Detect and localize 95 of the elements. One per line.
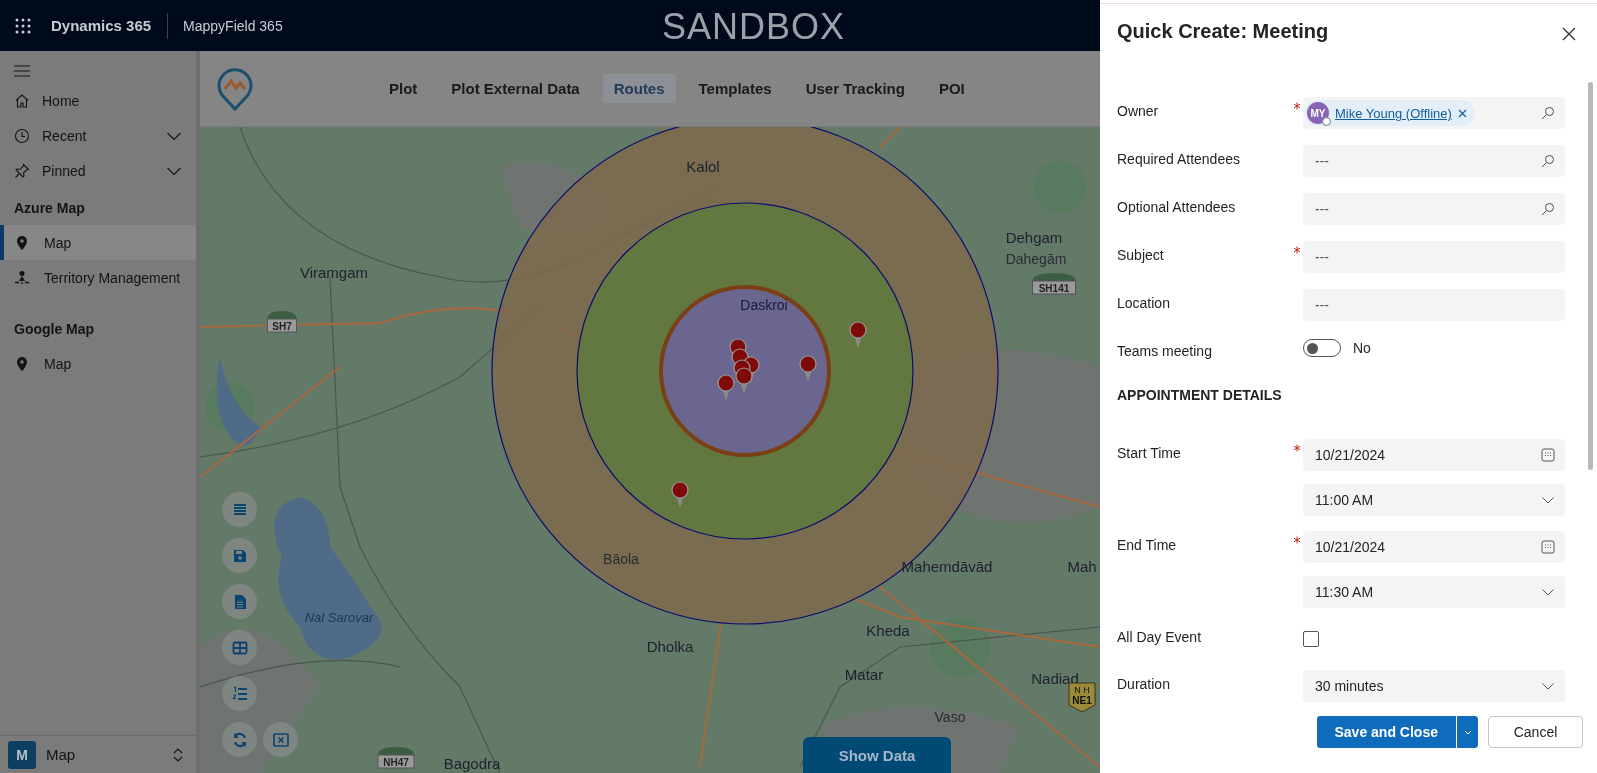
cancel-button[interactable]: Cancel [1488,716,1583,748]
list-icon [232,503,247,515]
field-label: Teams meeting [1117,342,1213,359]
nav-tab[interactable]: Plot External Data [440,74,591,103]
place-label: Vaso [934,709,966,725]
place-label: Kalol [686,158,720,175]
clock-icon [14,127,30,144]
place-label: Matar [844,666,884,683]
field-label: Optional Attendees [1117,198,1237,215]
map-pin-icon [14,234,30,251]
place-label: Nal Sarovar [304,610,374,625]
place-label: Mah [1067,558,1097,575]
clear-box-icon [272,732,289,747]
map-marker-icon[interactable] [671,481,689,508]
search-icon[interactable] [1541,154,1555,168]
close-button[interactable] [1561,26,1577,42]
app-launcher-icon[interactable] [15,17,31,34]
nav-tab[interactable]: User Tracking [794,74,916,103]
home-icon [14,92,30,109]
nav-item[interactable]: Recent [0,118,196,153]
field-label: Start Time [1117,444,1182,461]
scrollbar[interactable] [1588,82,1593,470]
nav-item[interactable]: Pinned [0,153,196,188]
app-name[interactable]: Dynamics 365 [45,12,169,39]
text-field[interactable]: --- [1303,289,1565,321]
field-label: Subject [1117,246,1165,263]
calendar-icon[interactable] [1541,448,1555,462]
section-heading: APPOINTMENT DETAILS [1117,387,1283,405]
field-label: End Time [1117,536,1178,553]
text-field[interactable]: --- [1303,241,1565,273]
search-icon[interactable] [1541,106,1555,120]
checkbox[interactable] [1303,631,1319,647]
place-label: Bagodra [443,755,501,772]
numbered-list-icon [232,685,248,700]
place-label: Mahemdāvād [901,558,993,575]
highway-shield: SH141 [1032,273,1076,295]
place-label: Dahegām [1005,251,1067,267]
remove-icon[interactable] [1457,108,1467,118]
highway-shield: SH7 [267,311,297,333]
nav-tab[interactable]: POI [927,74,976,103]
nav-tab[interactable]: Templates [687,74,783,103]
pin-icon [14,162,30,179]
sidebar-item[interactable]: Map [0,225,196,260]
search-icon[interactable] [1541,202,1555,216]
field-label: Location [1117,294,1171,311]
map-marker-cluster-icon[interactable] [729,338,760,394]
toggle-value: No [1353,340,1371,356]
nav-tab[interactable]: Routes [602,74,676,103]
date-field[interactable]: 10/21/2024 [1303,439,1565,471]
owner-link[interactable]: Mike Young (Offline) [1335,105,1452,121]
avatar: MY [1307,102,1329,124]
grid-icon [232,641,247,654]
place-label: Dholka [646,638,694,655]
highway-shield: NH47 [377,747,415,769]
calendar-icon[interactable] [1541,540,1555,554]
owner-tag[interactable]: MY Mike Young (Offline) [1305,100,1475,126]
place-label: Viramgam [299,264,369,281]
place-label: Dehgam [1005,229,1063,246]
lookup-field[interactable]: --- [1303,145,1565,177]
group-heading: Google Map [13,320,96,339]
nav-item[interactable]: Home [0,83,196,118]
logo-icon [216,66,254,111]
sidebar-item[interactable]: Territory Management [0,260,196,295]
map-marker-icon[interactable] [717,374,735,401]
module-name[interactable]: MappyField 365 [168,17,283,34]
map-marker-icon[interactable] [849,321,867,348]
field-label: Duration [1117,675,1171,692]
panel-title: Quick Create: Meeting [1117,20,1329,43]
place-label: Bāola [603,551,639,567]
refresh-icon [233,732,246,747]
place-label: Daskroi [740,297,788,313]
sidebar-item[interactable]: Map [0,346,196,381]
save-and-close-button[interactable]: Save and Close [1316,716,1457,748]
menu-icon[interactable] [14,65,30,77]
lookup-field[interactable]: --- [1303,193,1565,225]
show-data-button[interactable]: Show Data [803,737,951,773]
area-switcher[interactable]: M Map [0,735,196,773]
toggle-switch[interactable] [1303,339,1341,357]
field-label: Owner [1117,102,1160,119]
document-icon [234,594,246,609]
nav-tab[interactable]: Plot [378,74,429,103]
dropdown-field[interactable]: 30 minutes [1303,670,1565,702]
environment-label: SANDBOX [662,6,846,48]
dropdown-field[interactable]: 11:00 AM [1303,484,1565,516]
dropdown-field[interactable]: 11:30 AM [1303,576,1565,608]
map-marker-icon[interactable] [799,355,817,382]
lookup-field[interactable]: MY Mike Young (Offline) [1303,97,1565,129]
date-field[interactable]: 10/21/2024 [1303,531,1565,563]
group-heading: Azure Map [13,199,86,218]
person-pin-icon [14,269,30,286]
place-label: Kheda [866,622,910,639]
map-pin-icon [14,355,30,372]
field-label: Required Attendees [1117,150,1241,167]
save-icon [233,549,246,562]
field-label: All Day Event [1117,628,1203,645]
